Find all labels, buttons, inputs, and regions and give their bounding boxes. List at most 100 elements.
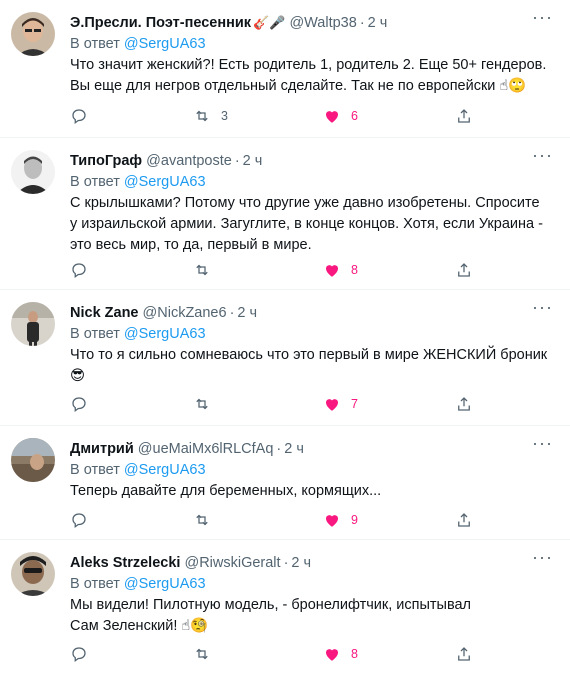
timestamp[interactable]: 2 ч — [291, 555, 311, 571]
action-bar: 8 — [70, 644, 490, 664]
reply-label: В ответ — [70, 326, 120, 342]
heart-icon — [326, 265, 338, 277]
reply-button[interactable] — [70, 106, 88, 126]
retweet-button[interactable] — [193, 510, 221, 530]
reply-button[interactable] — [70, 394, 88, 414]
user-handle[interactable]: @RiwskiGeralt — [184, 555, 280, 571]
avatar[interactable] — [11, 552, 55, 596]
reply-button[interactable] — [70, 644, 88, 664]
retweet-icon — [196, 398, 208, 410]
retweet-icon — [196, 264, 208, 276]
retweet-button[interactable] — [193, 644, 221, 664]
tweet-text: Что значит женский?! Есть родитель 1, ро… — [70, 55, 548, 97]
user-avatar-icon — [11, 12, 55, 56]
separator-dot: · — [276, 441, 282, 457]
share-icon — [458, 647, 470, 661]
timestamp[interactable]: 2 ч — [284, 441, 304, 457]
tweet[interactable]: Aleks Strzelecki @RiwskiGeralt · 2 ч ··· В… — [0, 540, 570, 682]
avatar[interactable] — [11, 12, 55, 56]
more-icon[interactable]: ··· — [532, 298, 552, 322]
reply-icon — [72, 263, 86, 279]
share-button[interactable] — [455, 394, 473, 414]
tweet-text-content: Теперь давайте для беременных, кормящих.… — [70, 483, 382, 499]
user-handle[interactable]: @Waltp38 — [289, 15, 356, 31]
tweet-header: Э.Пресли. Поэт-песенник 🎸🎤 @Waltp38 · 2 ч — [70, 13, 530, 33]
like-button[interactable]: 9 — [323, 510, 358, 530]
retweet-icon — [196, 648, 208, 660]
avatar[interactable] — [11, 302, 55, 346]
more-icon[interactable]: ··· — [532, 434, 552, 458]
user-handle[interactable]: @ueMaiMx6lRLCfAq — [138, 441, 274, 457]
heart-icon — [326, 111, 338, 123]
timestamp[interactable]: 2 ч — [243, 153, 263, 169]
reply-button[interactable] — [70, 260, 88, 280]
like-count: 7 — [351, 397, 358, 411]
share-button[interactable] — [455, 644, 473, 664]
display-name[interactable]: ТипоГраф — [70, 153, 142, 169]
share-icon — [458, 513, 470, 527]
user-avatar-icon — [11, 552, 55, 596]
action-bar: 7 — [70, 394, 490, 414]
retweet-button[interactable] — [193, 260, 221, 280]
share-button[interactable] — [455, 106, 473, 126]
reply-context: В ответ @SergUA63 — [70, 460, 206, 480]
name-emoji: 🎸🎤 — [253, 15, 286, 30]
tweet-text-content: Мы видели! Пилотную модель, - бронелифтч… — [70, 597, 472, 634]
retweet-icon — [196, 110, 208, 122]
reply-label: В ответ — [70, 576, 120, 592]
share-button[interactable] — [455, 510, 473, 530]
timestamp[interactable]: 2 ч — [237, 305, 257, 321]
tweet-text: С крылышками? Потому что другие уже давн… — [70, 193, 548, 256]
tweet-header: ТипоГраф @avantposte · 2 ч — [70, 151, 530, 171]
like-button[interactable]: 7 — [323, 394, 358, 414]
more-icon[interactable]: ··· — [532, 8, 552, 32]
retweet-button[interactable] — [193, 394, 221, 414]
reply-icon — [72, 647, 86, 663]
like-count: 8 — [351, 647, 358, 661]
share-icon — [458, 397, 470, 411]
action-bar: 8 — [70, 260, 490, 280]
retweet-button[interactable]: 3 — [193, 106, 228, 126]
tweet[interactable]: Nick Zane @NickZane6 · 2 ч ··· В ответ @Se… — [0, 290, 570, 426]
tweet[interactable]: Дмитрий @ueMaiMx6lRLCfAq · 2 ч ··· В ответ… — [0, 426, 570, 540]
reply-mention-link[interactable]: @SergUA63 — [124, 36, 206, 52]
like-count: 6 — [351, 109, 358, 123]
like-button[interactable]: 8 — [323, 644, 358, 664]
like-button[interactable]: 8 — [323, 260, 358, 280]
share-button[interactable] — [455, 260, 473, 280]
user-handle[interactable]: @avantposte — [146, 153, 232, 169]
reply-mention-link[interactable]: @SergUA63 — [124, 174, 206, 190]
separator-dot: · — [229, 305, 235, 321]
tweet[interactable]: ТипоГраф @avantposte · 2 ч ··· В ответ @Se… — [0, 138, 570, 290]
timestamp[interactable]: 2 ч — [368, 15, 388, 31]
reply-context: В ответ @SergUA63 — [70, 574, 206, 594]
avatar[interactable] — [11, 438, 55, 482]
like-count: 8 — [351, 263, 358, 277]
like-button[interactable]: 6 — [323, 106, 358, 126]
display-name[interactable]: Э.Пресли. Поэт-песенник — [70, 15, 251, 31]
more-icon[interactable]: ··· — [532, 146, 552, 170]
reply-icon — [72, 513, 86, 529]
reply-mention-link[interactable]: @SergUA63 — [124, 326, 206, 342]
display-name[interactable]: Nick Zane — [70, 305, 139, 321]
text-emoji: 🧐 — [190, 618, 209, 634]
reply-button[interactable] — [70, 510, 88, 530]
tweet[interactable]: Э.Пресли. Поэт-песенник 🎸🎤 @Waltp38 · 2 ч ·… — [0, 0, 570, 138]
reply-mention-link[interactable]: @SergUA63 — [124, 462, 206, 478]
heart-icon — [326, 399, 338, 411]
tweet-text-content: Что то я сильно сомневаюсь что это первы… — [70, 347, 548, 363]
reply-mention-link[interactable]: @SergUA63 — [124, 576, 206, 592]
user-avatar-icon — [11, 150, 55, 194]
separator-dot: · — [234, 153, 240, 169]
reply-label: В ответ — [70, 174, 120, 190]
more-icon[interactable]: ··· — [532, 548, 552, 572]
retweet-icon — [196, 514, 208, 526]
like-count: 9 — [351, 513, 358, 527]
retweet-count: 3 — [221, 109, 228, 123]
display-name[interactable]: Aleks Strzelecki — [70, 555, 180, 571]
reply-context: В ответ @SergUA63 — [70, 324, 206, 344]
tweet-text: Что то я сильно сомневаюсь что это первы… — [70, 345, 548, 387]
avatar[interactable] — [11, 150, 55, 194]
user-handle[interactable]: @NickZane6 — [143, 305, 227, 321]
display-name[interactable]: Дмитрий — [70, 441, 134, 457]
